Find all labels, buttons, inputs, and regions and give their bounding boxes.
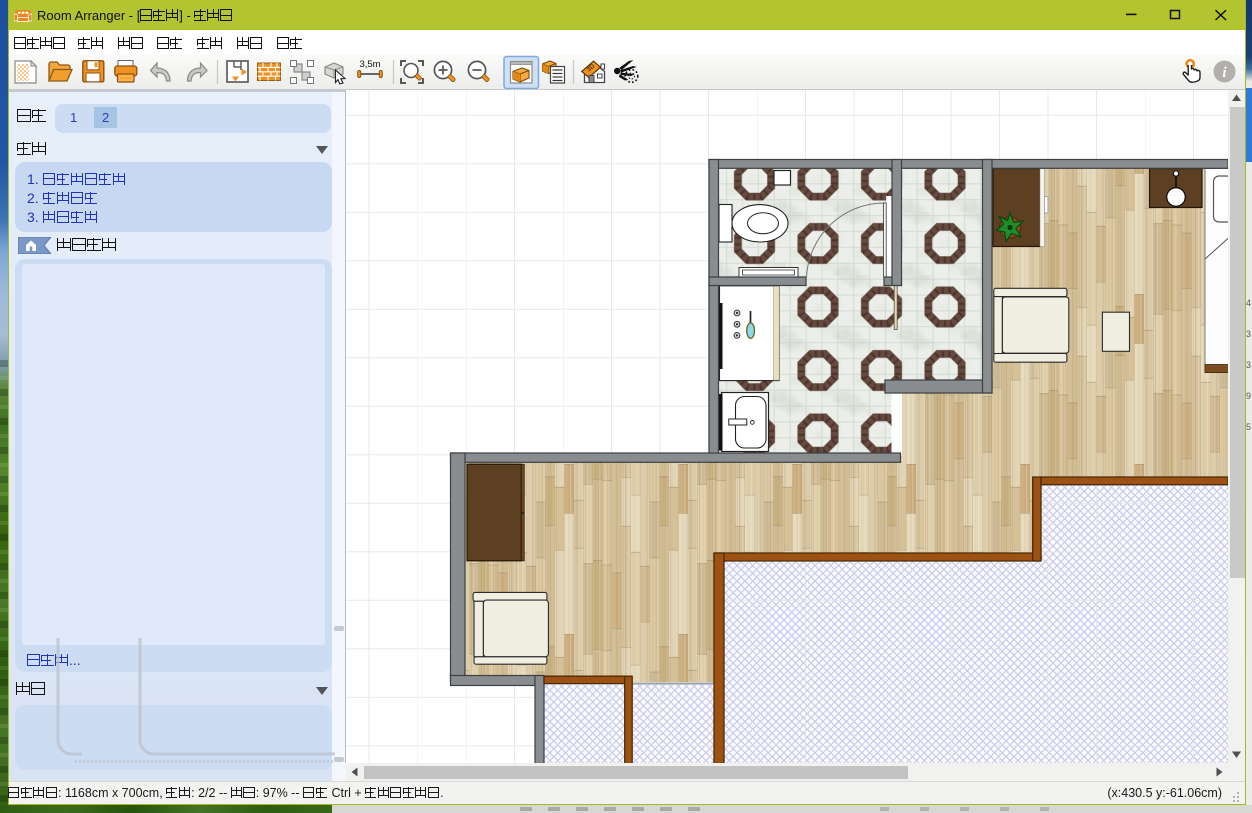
- svg-text:3,5m: 3,5m: [359, 59, 380, 70]
